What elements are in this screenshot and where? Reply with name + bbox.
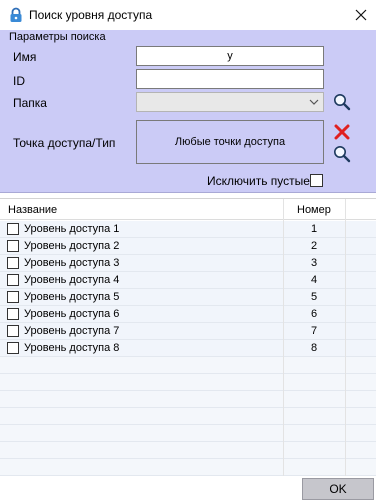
results-grid: Название Номер Уровень доступа 1 1 Уровень… (0, 198, 376, 476)
empty-row (0, 357, 376, 374)
table-row[interactable]: Уровень доступа 2 2 (0, 238, 376, 255)
row-number: 5 (310, 291, 318, 303)
empty-row (0, 442, 376, 459)
empty-row (0, 408, 376, 425)
row-name: Уровень доступа 1 (24, 223, 120, 235)
clear-icon (334, 124, 350, 140)
access-point-label: Точка доступа/Тип (13, 136, 116, 150)
row-number: 2 (310, 240, 318, 252)
column-divider (283, 199, 284, 476)
row-name: Уровень доступа 8 (24, 342, 120, 354)
row-checkbox[interactable] (7, 274, 19, 286)
column-header-name[interactable]: Название (8, 204, 57, 216)
empty-row (0, 391, 376, 408)
clear-access-point-button[interactable] (331, 121, 353, 143)
row-number: 8 (310, 342, 318, 354)
empty-row (0, 459, 376, 476)
row-number: 7 (310, 325, 318, 337)
row-checkbox[interactable] (7, 223, 19, 235)
name-label: Имя (13, 50, 37, 64)
table-row[interactable]: Уровень доступа 8 8 (0, 340, 376, 357)
lock-icon (10, 7, 22, 22)
table-row[interactable]: Уровень доступа 4 4 (0, 272, 376, 289)
column-divider (345, 199, 346, 476)
row-checkbox[interactable] (7, 257, 19, 269)
row-number: 3 (310, 257, 318, 269)
row-name: Уровень доступа 6 (24, 308, 120, 320)
id-label: ID (13, 74, 25, 88)
grid-header: Название Номер (0, 199, 376, 220)
close-button[interactable] (350, 4, 372, 26)
row-number: 4 (310, 274, 318, 286)
row-checkbox[interactable] (7, 325, 19, 337)
row-checkbox[interactable] (7, 291, 19, 303)
row-checkbox[interactable] (7, 342, 19, 354)
exclude-empty-checkbox[interactable] (310, 174, 323, 187)
search-params-panel: Параметры поиска Имя у ID Папка Точка до… (0, 30, 376, 193)
empty-row (0, 374, 376, 391)
search-icon (334, 94, 351, 111)
search-icon (334, 146, 351, 163)
folder-search-button[interactable] (331, 91, 353, 113)
access-point-field[interactable]: Любые точки доступа (136, 120, 324, 164)
row-name: Уровень доступа 4 (24, 274, 120, 286)
folder-select[interactable] (136, 92, 324, 112)
access-point-search-button[interactable] (331, 143, 353, 165)
row-name: Уровень доступа 2 (24, 240, 120, 252)
row-number: 6 (310, 308, 318, 320)
exclude-empty-label: Исключить пустые (207, 174, 310, 188)
table-row[interactable]: Уровень доступа 6 6 (0, 306, 376, 323)
close-icon (355, 9, 367, 21)
ok-button[interactable]: OK (302, 478, 374, 500)
row-checkbox[interactable] (7, 240, 19, 252)
title-bar: Поиск уровня доступа (0, 0, 376, 30)
row-name: Уровень доступа 3 (24, 257, 120, 269)
row-name: Уровень доступа 7 (24, 325, 120, 337)
chevron-down-icon (309, 99, 319, 105)
row-name: Уровень доступа 5 (24, 291, 120, 303)
params-group-title: Параметры поиска (9, 31, 106, 43)
table-row[interactable]: Уровень доступа 7 7 (0, 323, 376, 340)
table-row[interactable]: Уровень доступа 3 3 (0, 255, 376, 272)
id-input[interactable] (136, 69, 324, 89)
name-input[interactable]: у (136, 46, 324, 66)
table-row[interactable]: Уровень доступа 5 5 (0, 289, 376, 306)
row-number: 1 (310, 223, 318, 235)
folder-label: Папка (13, 96, 47, 110)
table-row[interactable]: Уровень доступа 1 1 (0, 221, 376, 238)
column-header-number[interactable]: Номер (297, 204, 331, 216)
empty-row (0, 425, 376, 442)
window-title: Поиск уровня доступа (29, 8, 153, 22)
row-checkbox[interactable] (7, 308, 19, 320)
